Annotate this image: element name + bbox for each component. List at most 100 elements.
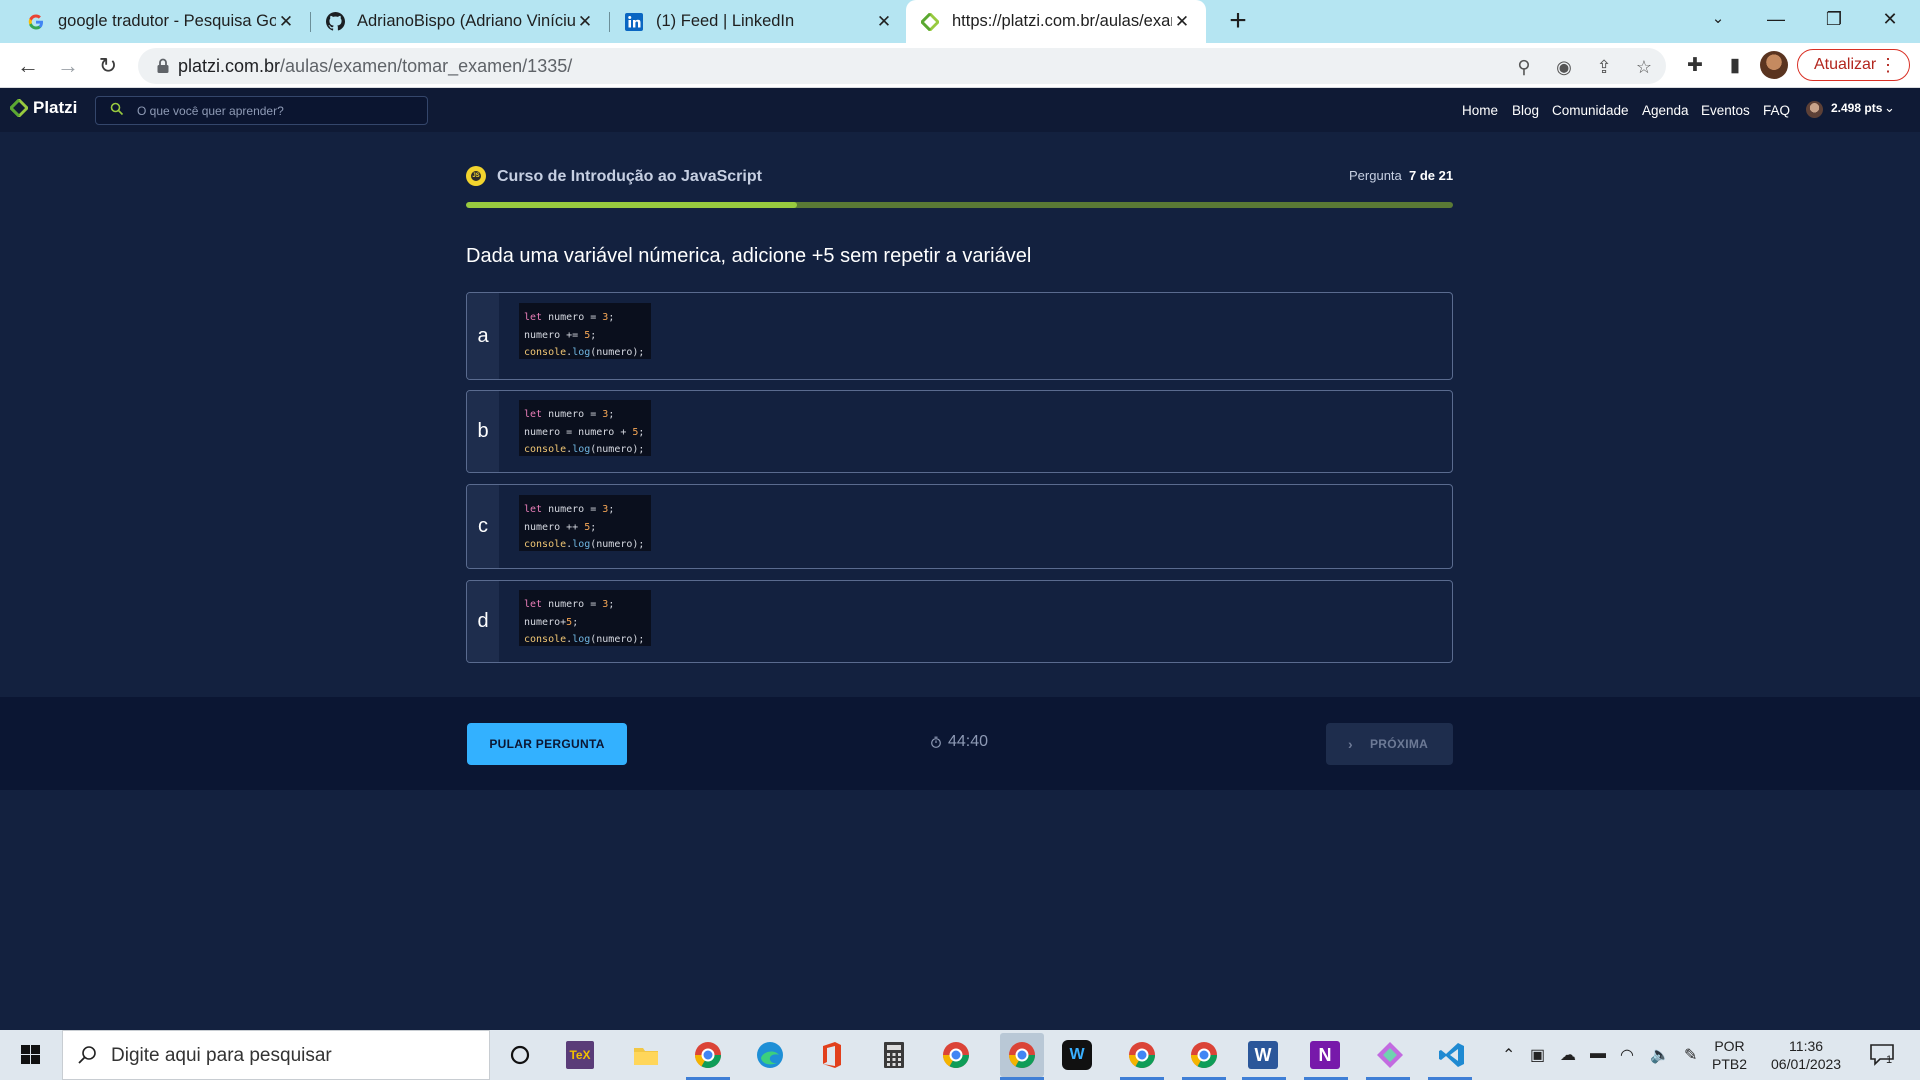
webex-icon[interactable]: W <box>1062 1040 1092 1070</box>
calculator-icon[interactable] <box>876 1037 912 1073</box>
menu-dots-icon: ⋮ <box>1879 55 1897 75</box>
url-host: platzi.com.br <box>178 56 281 76</box>
file-explorer-icon[interactable] <box>628 1037 664 1073</box>
word-icon[interactable]: W <box>1248 1041 1278 1069</box>
pen-icon[interactable]: ✎ <box>1684 1045 1697 1065</box>
exam-footer: PULAR PERGUNTA 44:40 › PRÓXIMA <box>0 697 1920 790</box>
linkedin-icon <box>624 12 644 32</box>
question-label: Pergunta <box>1349 168 1402 183</box>
nav-comunidade[interactable]: Comunidade <box>1552 103 1629 118</box>
next-label: PRÓXIMA <box>1370 737 1429 751</box>
nav-agenda[interactable]: Agenda <box>1642 103 1689 118</box>
input-language[interactable]: POR PTB2 <box>1712 1037 1747 1073</box>
chrome-icon-5[interactable] <box>1186 1037 1222 1073</box>
chrome-profile-icon[interactable] <box>690 1037 726 1073</box>
code-snippet: let numero = 3; numero = numero + 5; con… <box>519 400 652 456</box>
nav-blog[interactable]: Blog <box>1512 103 1539 118</box>
platzi-icon <box>920 12 940 32</box>
answer-option-c[interactable]: c let numero = 3; numero ++ 5; console.l… <box>466 484 1453 569</box>
code-line: numero = <box>548 312 603 323</box>
url-path: /aulas/examen/tomar_examen/1335/ <box>280 56 573 76</box>
reload-icon[interactable]: ↻ <box>92 50 124 82</box>
option-letter: a <box>467 293 499 379</box>
search-icon <box>78 1046 96 1064</box>
code-snippet: let numero = 3; numero+5; console.log(nu… <box>519 590 652 646</box>
back-icon[interactable]: ← <box>12 50 44 82</box>
chevron-right-icon: › <box>1348 736 1353 752</box>
lock-icon <box>157 58 169 73</box>
restore-icon[interactable]: ❐ <box>1806 0 1862 40</box>
nav-faq[interactable]: FAQ <box>1763 103 1790 118</box>
close-tab-icon[interactable]: ✕ <box>1172 12 1192 32</box>
exam-progress-bar <box>466 202 1453 208</box>
volume-icon[interactable]: 🔈 <box>1650 1045 1670 1065</box>
stopwatch-icon <box>931 736 941 748</box>
minimize-icon[interactable]: — <box>1748 0 1804 40</box>
tab-linkedin[interactable]: (1) Feed | LinkedIn ✕ <box>610 0 908 43</box>
chrome-icon-3[interactable] <box>1000 1033 1044 1077</box>
course-search-input[interactable]: O que você quer aprender? <box>95 96 428 125</box>
office-icon[interactable] <box>814 1037 850 1073</box>
chrome-icon-4[interactable] <box>1124 1037 1160 1073</box>
extensions-icon[interactable]: ✚ <box>1682 53 1708 79</box>
answer-option-b[interactable]: b let numero = 3; numero = numero + 5; c… <box>466 390 1453 473</box>
zoom-icon[interactable]: ⚲ <box>1512 55 1536 79</box>
browser-toolbar: ← → ↻ platzi.com.br/aulas/examen/tomar_e… <box>0 43 1920 88</box>
chrome-icon-2[interactable] <box>938 1037 974 1073</box>
nav-home[interactable]: Home <box>1462 103 1498 118</box>
side-panel-icon[interactable]: ▮ <box>1722 53 1748 79</box>
github-icon <box>325 12 345 32</box>
forward-icon[interactable]: → <box>52 50 84 82</box>
tab-title: (1) Feed | LinkedIn <box>656 12 795 30</box>
exam-timer: 44:40 <box>930 733 988 751</box>
edge-icon[interactable] <box>752 1037 788 1073</box>
vscode-icon[interactable] <box>1434 1037 1470 1073</box>
bookmark-star-icon[interactable]: ☆ <box>1632 55 1656 79</box>
windows-start-icon[interactable] <box>8 1040 54 1070</box>
notification-center-icon[interactable]: 1 <box>1868 1042 1896 1068</box>
browser-tab-bar: google tradutor - Pesquisa Goog ✕ Adrian… <box>0 0 1920 43</box>
close-tab-icon[interactable]: ✕ <box>276 12 296 32</box>
next-question-button[interactable]: › PRÓXIMA <box>1326 723 1453 765</box>
new-tab-button[interactable]: + <box>1222 6 1254 38</box>
eye-off-icon[interactable]: ◉ <box>1552 55 1576 79</box>
share-icon[interactable]: ⇪ <box>1592 55 1616 79</box>
tab-github[interactable]: AdrianoBispo (Adriano Vinícius B ✕ <box>311 0 609 43</box>
gitkraken-icon[interactable] <box>1372 1037 1408 1073</box>
nav-eventos[interactable]: Eventos <box>1701 103 1750 118</box>
answer-option-d[interactable]: d let numero = 3; numero+5; console.log(… <box>466 580 1453 663</box>
skip-question-button[interactable]: PULAR PERGUNTA <box>467 723 627 765</box>
option-letter: d <box>467 581 499 662</box>
system-clock[interactable]: 11:36 06/01/2023 <box>1771 1037 1841 1073</box>
exam-progress-fill <box>466 202 797 208</box>
tab-google[interactable]: google tradutor - Pesquisa Goog ✕ <box>12 0 310 43</box>
close-tab-icon[interactable]: ✕ <box>874 12 894 32</box>
platzi-logo[interactable]: Platzi <box>10 98 77 118</box>
tab-search-icon[interactable]: ⌄ <box>1690 0 1746 40</box>
chevron-down-icon[interactable]: ⌄ <box>1884 100 1895 116</box>
chevron-up-icon[interactable]: ⌃ <box>1502 1045 1515 1065</box>
tab-platzi-active[interactable]: https://platzi.com.br/aulas/exam ✕ <box>906 0 1206 43</box>
close-window-icon[interactable]: ✕ <box>1862 0 1918 40</box>
cortana-icon[interactable] <box>502 1037 538 1073</box>
taskbar-search-input[interactable]: Digite aqui para pesquisar <box>62 1030 490 1080</box>
keyboard-layout: PTB2 <box>1712 1056 1748 1072</box>
profile-avatar[interactable] <box>1760 51 1788 79</box>
update-label: Atualizar <box>1814 56 1877 73</box>
meet-now-icon[interactable]: ▣ <box>1530 1045 1545 1065</box>
cloud-icon[interactable]: ☁ <box>1560 1045 1576 1065</box>
wifi-icon[interactable]: ◠ <box>1620 1045 1634 1065</box>
google-icon <box>26 12 46 32</box>
tex-app-icon[interactable]: TeX <box>566 1041 594 1069</box>
code-snippet: let numero = 3; numero += 5; console.log… <box>519 303 652 359</box>
answer-option-a[interactable]: a let numero = 3; numero += 5; console.l… <box>466 292 1453 380</box>
user-avatar[interactable] <box>1806 101 1823 118</box>
update-button[interactable]: Atualizar ⋮ <box>1797 49 1910 81</box>
onenote-icon[interactable]: N <box>1310 1041 1340 1069</box>
close-tab-icon[interactable]: ✕ <box>575 12 595 32</box>
course-title: Curso de Introdução ao JavaScript <box>497 168 762 185</box>
battery-icon[interactable]: ▬ <box>1590 1045 1606 1063</box>
code-snippet: let numero = 3; numero ++ 5; console.log… <box>519 495 652 551</box>
question-text: Dada uma variável númerica, adicione +5 … <box>466 245 1032 267</box>
address-bar[interactable]: platzi.com.br/aulas/examen/tomar_examen/… <box>138 48 1666 84</box>
